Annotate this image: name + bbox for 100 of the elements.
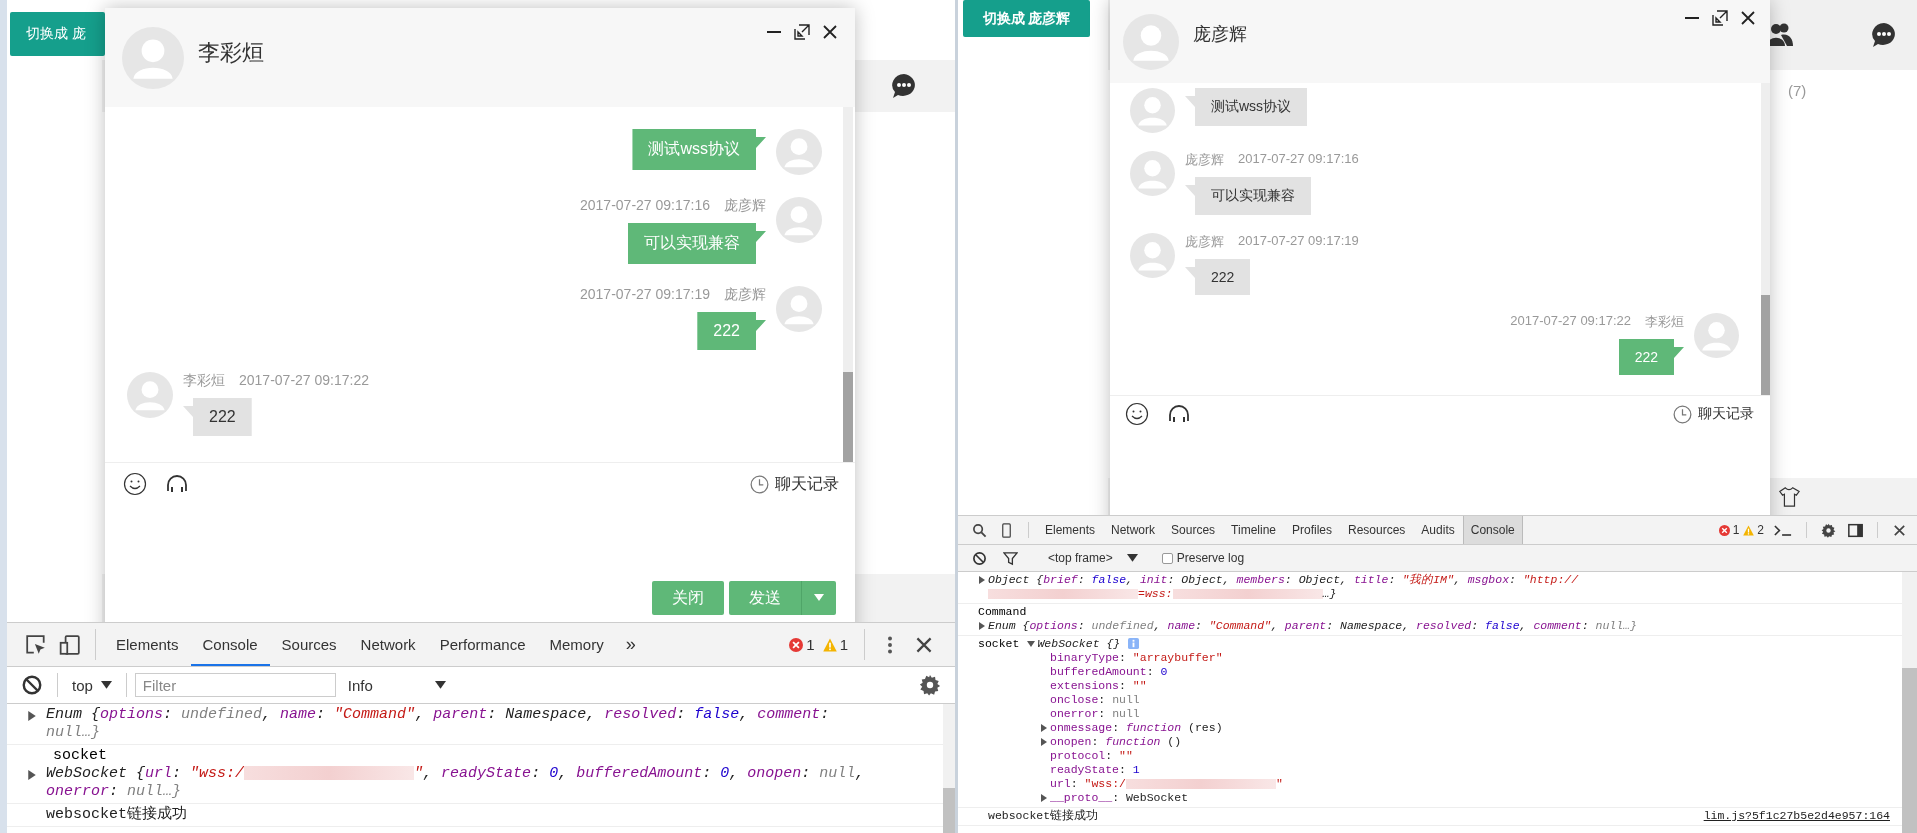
message-bubble: 222 (1185, 259, 1251, 295)
device-icon[interactable] (999, 522, 1014, 538)
message-time: 2017-07-27 09:17:19 (1238, 233, 1359, 250)
warning-count[interactable]: 1 (839, 636, 848, 653)
scrollbar[interactable] (1902, 572, 1917, 833)
console-message: Object {brief: false, init: Object, members: Object, title: "我的IM", msgbox: "http:// =wss: …} (988, 573, 1580, 601)
property-line: bufferedAmount: 0 (1050, 665, 1168, 679)
property-line: onopen: function () (1050, 735, 1182, 749)
smiley-icon[interactable] (1125, 402, 1149, 426)
shirt-icon[interactable] (1778, 485, 1800, 508)
property-line: protocol: "" (1050, 749, 1133, 763)
settings-icon[interactable] (1821, 522, 1836, 538)
console-message: Enum {options: undefined, name: "Command", parent: Namespace, resolved: false, comment: null…} (988, 619, 1637, 633)
message-time: 2017-07-27 09:17:16 (580, 197, 710, 215)
avatar-icon (1130, 151, 1175, 196)
chat-history-button[interactable]: 聊天记录 (1673, 404, 1754, 424)
maximize-icon[interactable] (794, 24, 810, 40)
devtools-tab[interactable]: Audits (1413, 516, 1463, 544)
message-time: 2017-07-27 09:17:16 (1238, 151, 1359, 168)
console-message: websocket链接成功 (46, 806, 188, 824)
message-bubble: 测试wss协议 (1185, 88, 1308, 126)
scrollbar[interactable] (1761, 83, 1770, 395)
chat-history-button[interactable]: 聊天记录 (750, 473, 839, 495)
message-time: 2017-07-27 09:17:19 (580, 286, 710, 304)
error-icon[interactable] (789, 637, 804, 652)
checkbox-label: Preserve log (1176, 551, 1245, 565)
more-tabs-button[interactable]: » (615, 634, 646, 655)
error-count[interactable]: 1 (806, 636, 815, 653)
scrollbar[interactable] (943, 704, 955, 833)
terminal-icon[interactable] (1774, 523, 1792, 537)
close-icon[interactable] (822, 24, 838, 40)
message-bubble: 测试wss协议 (632, 129, 766, 170)
devtools-tab[interactable]: Sources (269, 623, 349, 666)
chat-title: 李彩烜 (198, 38, 264, 67)
devtools-tab[interactable]: Console (1462, 516, 1523, 544)
devtools-tab[interactable]: Timeline (1223, 516, 1284, 544)
close-icon[interactable] (1740, 10, 1756, 26)
devtools-tab[interactable]: Network (1103, 516, 1164, 544)
devtools-tab[interactable]: Elements (1037, 516, 1104, 544)
console-message: WebSocket {} (1037, 637, 1121, 651)
clear-console-icon[interactable] (21, 674, 43, 696)
error-count[interactable]: 1 (1732, 523, 1740, 537)
error-icon[interactable] (1718, 524, 1730, 536)
expand-arrow-icon[interactable] (978, 622, 986, 630)
close-icon[interactable] (1892, 522, 1907, 538)
contacts-icon[interactable] (1767, 22, 1793, 48)
sender-name: 李彩烜 (1645, 313, 1684, 331)
message-bubble: 222 (1618, 339, 1684, 375)
chat-bubble-icon[interactable] (1871, 22, 1897, 48)
message-bubble: 可以实现兼容 (628, 223, 766, 264)
devtools-tab[interactable]: Resources (1340, 516, 1414, 544)
scrollbar[interactable] (843, 107, 853, 462)
avatar-icon (1123, 13, 1179, 70)
dock-side-icon[interactable] (1848, 522, 1863, 538)
search-icon[interactable] (972, 522, 987, 538)
devtools-tab[interactable]: Network (348, 623, 428, 666)
message-bubble: 可以实现兼容 (1185, 177, 1311, 215)
warning-count[interactable]: 2 (1757, 523, 1764, 537)
chat-title: 庞彦辉 (1193, 22, 1247, 46)
devtools-tab[interactable]: Performance (427, 623, 538, 666)
property-line: __proto__: WebSocket (1050, 791, 1189, 805)
expand-arrow-icon[interactable] (1027, 640, 1036, 648)
context-dropdown[interactable]: top (66, 675, 118, 695)
group-count: (7) (1788, 82, 1807, 99)
expand-arrow-icon[interactable] (978, 576, 986, 584)
expand-arrow-icon[interactable] (27, 770, 37, 780)
property-line: onmessage: function (res) (1050, 721, 1223, 735)
avatar-icon (776, 129, 822, 175)
devtools-tab[interactable]: Memory (537, 623, 616, 666)
sender-name: 庞彦辉 (1185, 151, 1224, 169)
property-line: readyState: 1 (1050, 763, 1140, 777)
chat-bubble-icon[interactable] (891, 73, 917, 99)
inspect-icon[interactable] (25, 633, 47, 656)
context-dropdown[interactable]: <top frame> (1042, 550, 1144, 566)
smiley-icon[interactable] (123, 472, 147, 496)
checkbox[interactable] (1161, 552, 1173, 564)
clear-console-icon[interactable] (972, 550, 987, 566)
expand-arrow-icon[interactable] (1040, 794, 1048, 802)
expand-arrow-icon[interactable] (27, 711, 37, 721)
avatar-icon (1130, 233, 1175, 278)
console-label: socket (978, 637, 1020, 651)
avatar-icon (127, 372, 173, 418)
maximize-icon[interactable] (1712, 10, 1728, 26)
property-line: onclose: null (1050, 693, 1140, 707)
clock-icon (750, 474, 769, 494)
devtools-tab[interactable]: Elements (104, 623, 191, 666)
filter-funnel-icon[interactable] (1003, 550, 1018, 566)
devtools-tab[interactable]: Profiles (1284, 516, 1340, 544)
message-bubble: 222 (183, 398, 252, 436)
devtools-tab[interactable]: Sources (1163, 516, 1224, 544)
sender-name: 庞彦辉 (1185, 233, 1224, 251)
log-level-dropdown[interactable]: Info (341, 675, 452, 695)
settings-icon[interactable] (919, 674, 941, 696)
avatar-icon (122, 26, 184, 89)
property-line: binaryType: "arraybuffer" (1050, 651, 1223, 665)
property-line: extensions: "" (1050, 679, 1147, 693)
device-icon[interactable] (59, 633, 81, 656)
source-link[interactable]: lim.js?5f1c27b5e2d4e957:164 (1703, 809, 1890, 823)
filter-field[interactable]: Filter (134, 673, 336, 697)
clock-icon (1673, 404, 1692, 424)
